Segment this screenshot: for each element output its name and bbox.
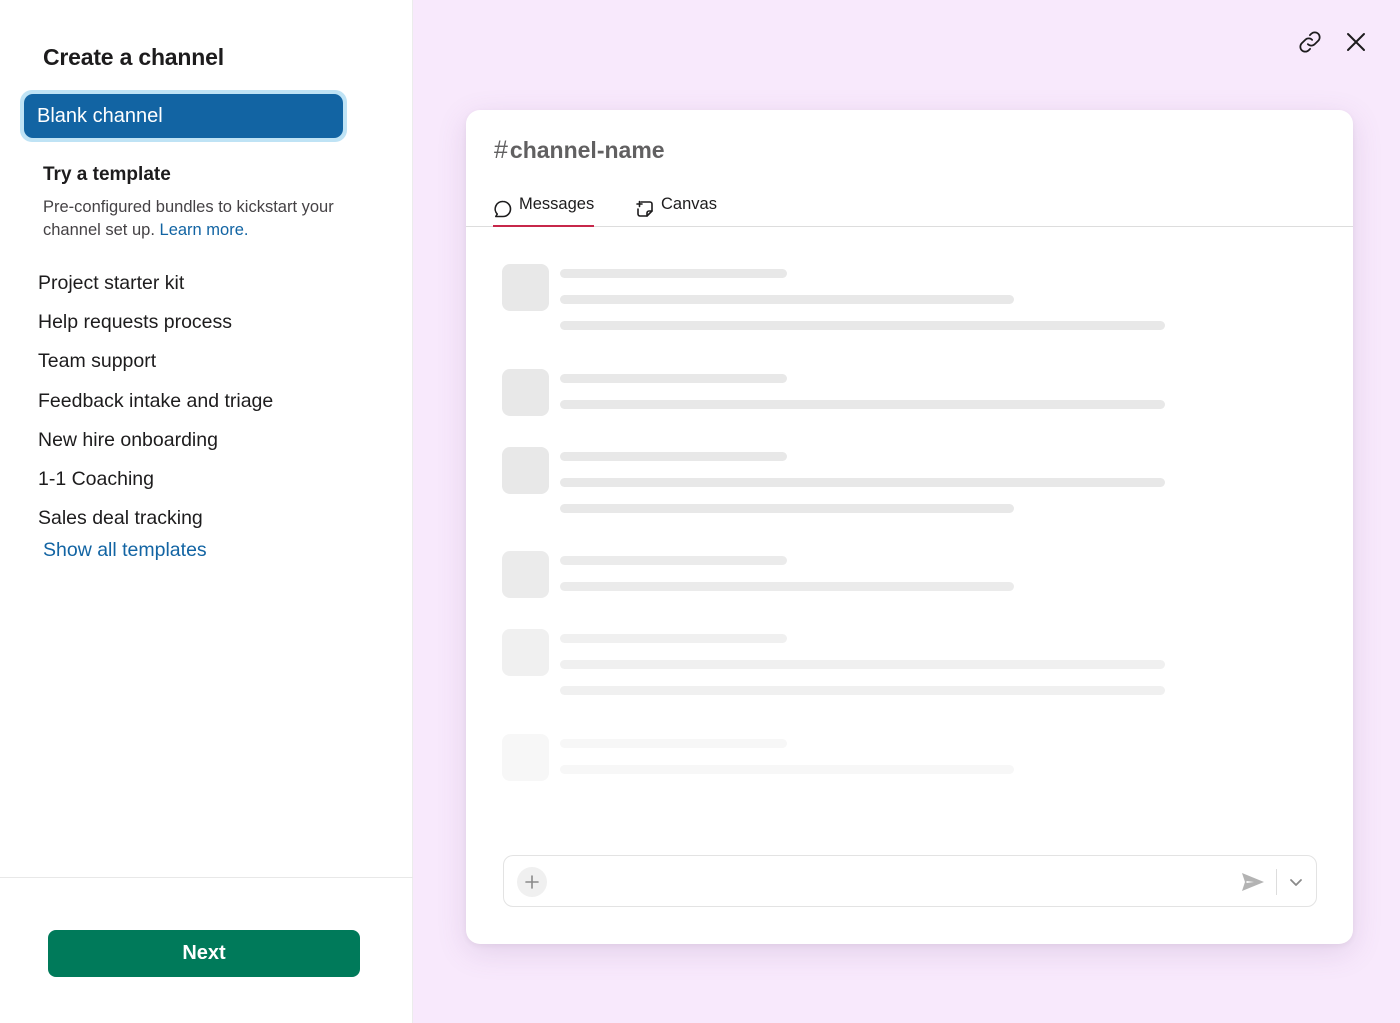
next-button[interactable]: Next (48, 930, 360, 977)
skeleton-line (560, 556, 787, 565)
page-title: Create a channel (43, 44, 224, 70)
template-item-project-starter-kit[interactable]: Project starter kit (38, 264, 273, 303)
channel-preview-area: # channel-name Messages Canvas (413, 0, 1400, 1023)
skeleton-line (560, 765, 1014, 774)
skeleton-line (560, 478, 1165, 487)
skeleton-line (560, 452, 787, 461)
message-composer[interactable] (503, 855, 1317, 907)
template-item-new-hire-onboarding[interactable]: New hire onboarding (38, 421, 273, 460)
learn-more-link[interactable]: Learn more. (160, 221, 249, 239)
skeleton-line (560, 295, 1014, 304)
skeleton-avatar (502, 369, 549, 416)
skeleton-line (560, 400, 1165, 409)
skeleton-line (560, 686, 1165, 695)
skeleton-avatar (502, 629, 549, 676)
template-item-coaching[interactable]: 1-1 Coaching (38, 460, 273, 499)
template-item-feedback-intake[interactable]: Feedback intake and triage (38, 382, 273, 421)
hash-symbol: # (494, 136, 508, 164)
message-bubble-icon (494, 200, 512, 218)
create-channel-sidebar: Create a channel Blank channel Try a tem… (0, 0, 413, 1023)
template-list: Project starter kit Help requests proces… (38, 264, 273, 538)
skeleton-line (560, 660, 1165, 669)
blank-channel-button[interactable]: Blank channel (24, 94, 343, 138)
skeleton-avatar (502, 734, 549, 781)
template-item-help-requests-process[interactable]: Help requests process (38, 303, 273, 342)
template-item-sales-deal-tracking[interactable]: Sales deal tracking (38, 499, 273, 538)
skeleton-avatar (502, 264, 549, 311)
skeleton-line (560, 504, 1014, 513)
tab-canvas-label: Canvas (661, 195, 717, 213)
footer-divider (0, 877, 413, 878)
skeleton-line (560, 582, 1014, 591)
channel-preview-card: # channel-name Messages Canvas (466, 110, 1353, 944)
channel-tabs: Messages Canvas (466, 190, 1353, 227)
blank-channel-selection-ring: Blank channel (20, 90, 347, 142)
copy-link-icon[interactable] (1296, 28, 1324, 56)
send-icon[interactable] (1239, 868, 1267, 896)
tab-canvas[interactable]: Canvas (634, 190, 717, 227)
skeleton-line (560, 321, 1165, 330)
skeleton-line (560, 634, 787, 643)
skeleton-line (560, 739, 787, 748)
channel-name-heading: # channel-name (494, 136, 665, 165)
tab-messages[interactable]: Messages (493, 190, 595, 227)
close-icon[interactable] (1342, 28, 1370, 56)
skeleton-avatar (502, 551, 549, 598)
template-item-team-support[interactable]: Team support (38, 342, 273, 381)
channel-name-text: channel-name (509, 137, 665, 163)
skeleton-line (560, 269, 787, 278)
send-divider (1276, 869, 1277, 895)
plus-icon[interactable] (517, 867, 547, 897)
tab-messages-label: Messages (519, 195, 595, 213)
skeleton-line (560, 374, 787, 383)
skeleton-avatar (502, 447, 549, 494)
chevron-down-icon[interactable] (1285, 870, 1307, 894)
template-section-description: Pre-configured bundles to kickstart your… (43, 196, 343, 242)
template-section-heading: Try a template (43, 164, 171, 185)
show-all-templates-link[interactable]: Show all templates (43, 539, 207, 562)
canvas-icon (636, 200, 653, 217)
